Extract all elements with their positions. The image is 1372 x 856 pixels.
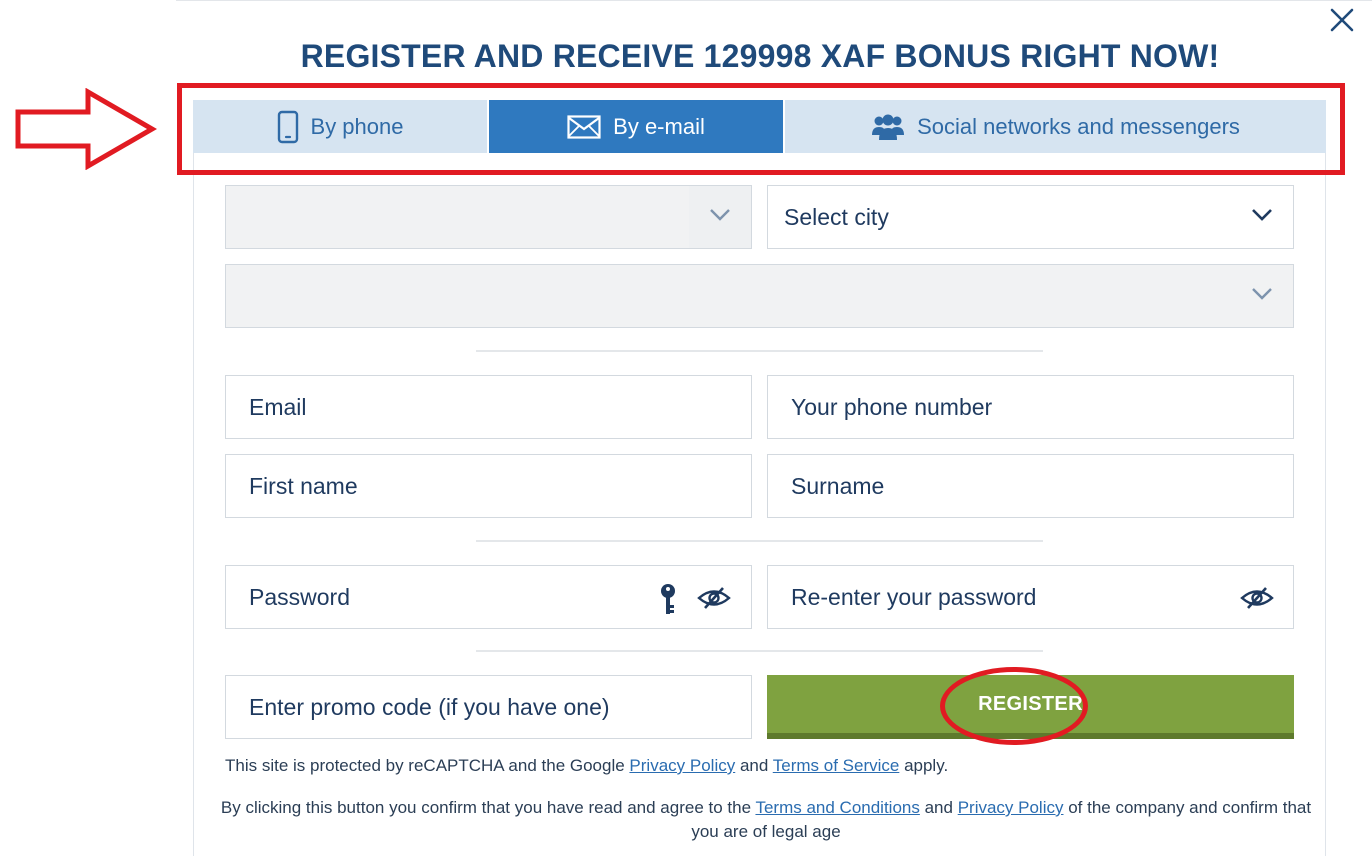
privacy-policy-link-2[interactable]: Privacy Policy: [958, 798, 1064, 817]
recaptcha-suffix-text: apply.: [899, 756, 949, 775]
terms-and-conditions-link[interactable]: Terms and Conditions: [755, 798, 919, 817]
chevron-down-icon: [1251, 287, 1273, 301]
password-repeat-placeholder: Re-enter your password: [791, 583, 1037, 610]
email-field[interactable]: Email: [225, 375, 752, 439]
surname-field[interactable]: Surname: [767, 454, 1294, 518]
key-icon[interactable]: [657, 583, 679, 617]
phone-placeholder: Your phone number: [791, 393, 993, 420]
chevron-down-icon: [1251, 208, 1273, 222]
city-select-value: Select city: [784, 203, 889, 230]
chevron-down-icon: [709, 208, 731, 222]
first-name-placeholder: First name: [249, 472, 358, 499]
recaptcha-notice: This site is protected by reCAPTCHA and …: [225, 756, 948, 776]
section-divider: [476, 350, 1043, 352]
section-divider: [476, 540, 1043, 542]
recaptcha-text: This site is protected by reCAPTCHA and …: [225, 756, 630, 775]
legal-confirmation-notice: By clicking this button you confirm that…: [216, 796, 1316, 844]
surname-placeholder: Surname: [791, 472, 885, 499]
close-icon[interactable]: [1328, 6, 1356, 34]
page-title: REGISTER AND RECEIVE 129998 XAF BONUS RI…: [300, 38, 1220, 74]
confirm-text: By clicking this button you confirm that…: [220, 798, 756, 817]
currency-select[interactable]: [225, 264, 1294, 328]
city-select[interactable]: Select city: [767, 185, 1294, 249]
promo-code-field[interactable]: Enter promo code (if you have one): [225, 675, 752, 739]
eye-slash-icon[interactable]: [697, 585, 731, 611]
first-name-field[interactable]: First name: [225, 454, 752, 518]
modal-top-border: [176, 0, 1372, 1]
password-field[interactable]: Password: [225, 565, 752, 629]
conjunction-text: and: [735, 756, 773, 775]
terms-of-service-link[interactable]: Terms of Service: [773, 756, 900, 775]
annotation-highlight-box: [177, 83, 1345, 175]
phone-number-field[interactable]: Your phone number: [767, 375, 1294, 439]
annotation-circle: [940, 667, 1088, 745]
section-divider: [476, 650, 1043, 652]
annotation-arrow-icon: [15, 88, 157, 170]
country-select[interactable]: [225, 185, 752, 249]
privacy-policy-link[interactable]: Privacy Policy: [629, 756, 735, 775]
password-repeat-field[interactable]: Re-enter your password: [767, 565, 1294, 629]
email-placeholder: Email: [249, 393, 307, 420]
eye-slash-icon[interactable]: [1240, 585, 1274, 611]
conjunction-text: and: [919, 798, 958, 817]
promo-placeholder: Enter promo code (if you have one): [249, 693, 610, 720]
